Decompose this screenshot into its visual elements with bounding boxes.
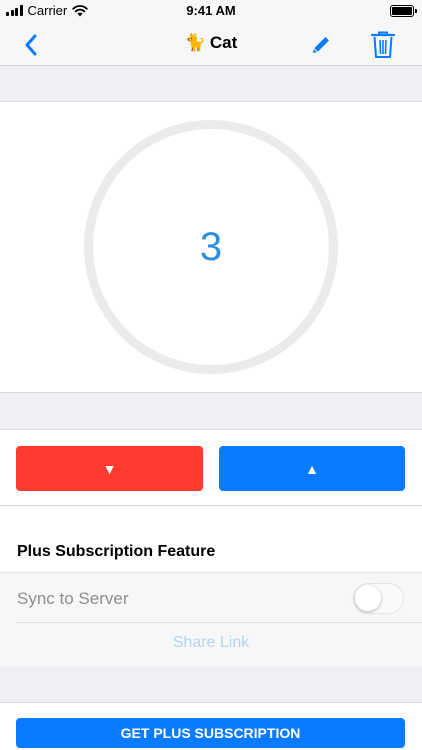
edit-button[interactable] [306, 30, 336, 60]
status-bar: Carrier 9:41 AM [0, 0, 422, 22]
plus-feature-rows: Sync to Server Share Link [0, 572, 422, 666]
get-plus-subscription-button[interactable]: GET PLUS SUBSCRIPTION [16, 718, 405, 748]
plus-subscription-section: Plus Subscription Feature Sync to Server… [0, 506, 422, 666]
subscribe-section: GET PLUS SUBSCRIPTION [0, 702, 422, 750]
sync-toggle[interactable] [353, 583, 404, 614]
page-title: 🐈 Cat [0, 33, 422, 53]
decrement-button[interactable]: ▼ [16, 446, 203, 491]
page-title-text: Cat [209, 33, 238, 52]
pencil-icon [313, 37, 329, 53]
status-time: 9:41 AM [186, 3, 236, 18]
down-triangle-icon: ▼ [102, 460, 117, 477]
up-triangle-icon: ▲ [305, 460, 319, 477]
increment-button[interactable]: ▲ [219, 446, 405, 491]
counter-ring: 3 [84, 120, 338, 374]
counter-card: 3 [0, 101, 422, 393]
share-link-button[interactable]: Share Link [0, 634, 422, 652]
battery-icon [390, 5, 417, 17]
toggle-knob [355, 585, 381, 611]
trash-icon [371, 31, 395, 58]
counter-controls: ▼ ▲ [0, 429, 422, 506]
row-divider [16, 622, 422, 623]
navigation-bar: 🐈 Cat [0, 22, 422, 66]
counter-value: 3 [199, 224, 223, 269]
sync-label: Sync to Server [17, 589, 129, 608]
delete-button[interactable] [368, 30, 398, 60]
section-title: Plus Subscription Feature [17, 543, 216, 560]
cat-emoji-icon: 🐈 [184, 33, 206, 52]
